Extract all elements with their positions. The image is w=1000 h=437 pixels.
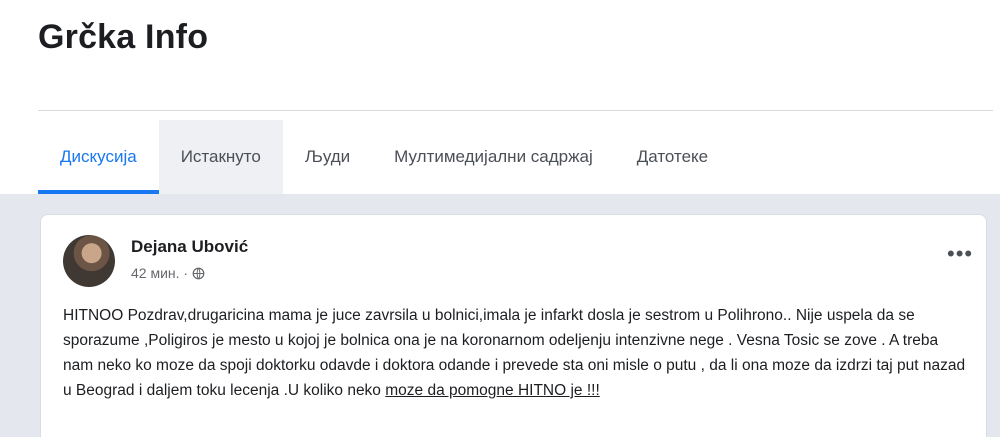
- post-card: Dejana Ubović 42 мин. · ••• HITNOO Pozdr…: [40, 214, 987, 437]
- group-header: Grčka Info Дискусија Истакнуто Људи Мулт…: [0, 0, 1000, 194]
- post-text: HITNOO Pozdrav,drugaricina mama je juce …: [63, 303, 968, 403]
- header-divider: [38, 110, 993, 111]
- post-text-underlined: moze da pomogne HITNO je !!!: [385, 382, 600, 399]
- tab-media[interactable]: Мултимедијални садржај: [372, 120, 615, 194]
- post-author[interactable]: Dejana Ubović: [131, 237, 248, 257]
- tab-people[interactable]: Људи: [283, 120, 372, 194]
- post-meta: 42 мин. ·: [131, 265, 205, 281]
- tab-featured[interactable]: Истакнуто: [158, 120, 283, 194]
- avatar[interactable]: [63, 235, 115, 287]
- tab-files[interactable]: Датотеке: [615, 120, 730, 194]
- more-options-button[interactable]: •••: [947, 243, 973, 265]
- group-tabs: Дискусија Истакнуто Људи Мултимедијални …: [38, 120, 730, 194]
- globe-icon: [192, 267, 205, 279]
- group-title[interactable]: Grčka Info: [38, 18, 208, 57]
- post-time[interactable]: 42 мин. ·: [131, 265, 188, 281]
- tab-discussion[interactable]: Дискусија: [38, 120, 159, 194]
